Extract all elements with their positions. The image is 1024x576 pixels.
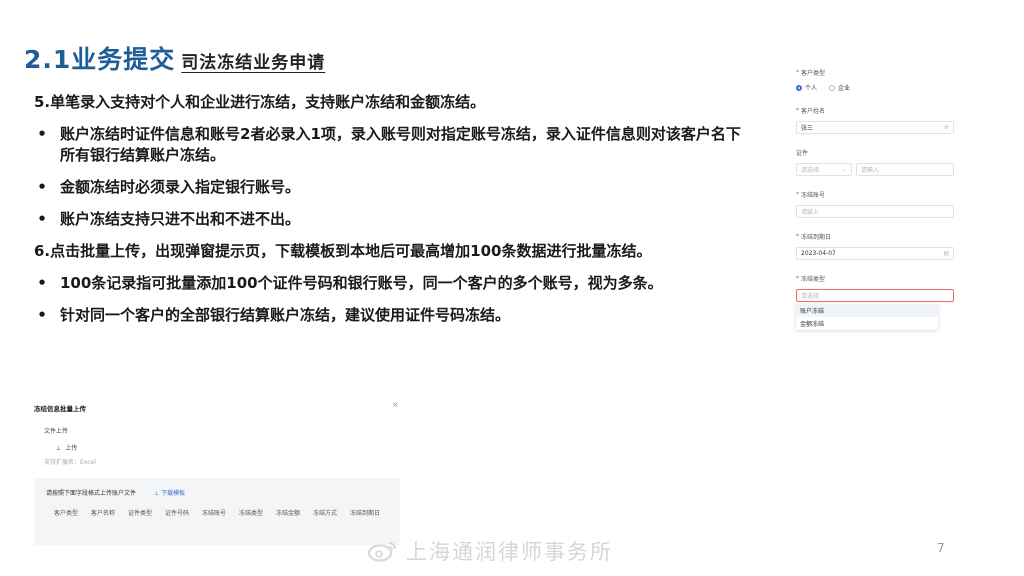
freeze-expiry-value: 2023-04-07 <box>801 250 836 257</box>
freeze-account-label: * 冻结账号 <box>796 190 954 199</box>
bullet-dot: • <box>37 178 47 196</box>
column-header: 冻结类型 <box>239 510 264 517</box>
bullet-dot: • <box>37 125 47 143</box>
customer-type-radio-group: 个人 企业 <box>796 83 954 92</box>
watermark: 上海通润律师事务所 <box>368 536 613 566</box>
download-template-label: 下载模板 <box>161 490 186 497</box>
column-header: 冻结方式 <box>313 510 338 517</box>
bullet-text: 针对同一个客户的全部银行结算账户冻结，建议使用证件号码冻结。 <box>60 306 511 324</box>
column-header: 客户名称 <box>91 510 116 517</box>
radio-personal-label[interactable]: 个人 <box>805 83 817 92</box>
point-5: 5.单笔录入支持对个人和企业进行冻结，支持账户冻结和金额冻结。 <box>34 92 750 113</box>
download-template-link[interactable]: ⊥ 下载模板 <box>154 488 185 497</box>
freeze-expiry-label-text: 冻结到期日 <box>801 234 832 241</box>
point-5-text: 5.单笔录入支持对个人和企业进行冻结，支持账户冻结和金额冻结。 <box>34 93 486 111</box>
freeze-type-dropdown: 账户冻结 金额冻结 <box>796 304 938 330</box>
bullet-item: • 针对同一个客户的全部银行结算账户冻结，建议使用证件号码冻结。 <box>34 305 750 326</box>
upload-button-label: 上传 <box>65 445 78 452</box>
freeze-account-input[interactable]: 请输入 <box>796 205 954 218</box>
upload-icon: ⊥ <box>56 445 62 452</box>
certificate-type-select[interactable]: 请选择 ⌄ <box>796 163 852 176</box>
certificate-number-placeholder: 请输入 <box>861 167 880 174</box>
bullet-dot: • <box>37 306 47 324</box>
content-body: 5.单笔录入支持对个人和企业进行冻结，支持账户冻结和金额冻结。 • 账户冻结时证件… <box>34 92 750 337</box>
customer-name-value: 张三 <box>801 125 814 132</box>
column-header: 客户类型 <box>54 510 79 517</box>
radio-personal[interactable] <box>796 84 802 91</box>
bullet-item: • 100条记录指可批量添加100个证件号码和银行账号，同一个客户的多个账号，视为… <box>34 273 750 294</box>
certificate-type-placeholder: 请选择 <box>801 167 820 174</box>
bullet-dot: • <box>37 274 47 292</box>
column-header: 证件类型 <box>128 510 153 517</box>
customer-type-label-text: 客户类型 <box>801 70 826 77</box>
freeze-form: * 客户类型 个人 企业 * 客户姓名 张三 ⊗ 证件 请选择 ⌄ 请输入 * … <box>796 68 954 330</box>
certificate-field-group: 请选择 ⌄ 请输入 <box>796 163 954 176</box>
page-number: 7 <box>937 541 945 555</box>
watermark-text: 上海通润律师事务所 <box>406 540 613 564</box>
clear-icon[interactable]: ⊗ <box>944 124 949 131</box>
required-mark: * <box>796 191 799 198</box>
file-upload-label: 文件上传 <box>44 428 69 435</box>
freeze-account-label-text: 冻结账号 <box>801 192 826 199</box>
title-main: 2.1业务提交 <box>24 45 176 74</box>
certificate-label: 证件 <box>796 148 954 157</box>
freeze-type-select[interactable]: 请选择 <box>796 289 954 302</box>
title-sub: 司法冻结业务申请 <box>181 53 326 73</box>
customer-name-label: * 客户姓名 <box>796 106 954 115</box>
required-mark: * <box>796 275 799 282</box>
bullet-item: • 账户冻结支持只进不出和不进不出。 <box>34 209 750 230</box>
close-icon[interactable]: × <box>392 400 399 409</box>
slide-title: 2.1业务提交 司法冻结业务申请 <box>24 40 325 76</box>
required-mark: * <box>796 107 799 114</box>
column-header: 冻结金额 <box>276 510 301 517</box>
freeze-account-placeholder: 请输入 <box>801 209 820 216</box>
template-info-panel: 请按照下面字段格式上传账户文件 ⊥ 下载模板 客户类型 客户名称 证件类型 证件… <box>34 478 400 545</box>
point-6-text: 6.点击批量上传，出现弹窗提示页，下载模板到本地后可最高增加100条数据进行批量… <box>34 242 652 260</box>
customer-name-input[interactable]: 张三 ⊗ <box>796 121 954 134</box>
freeze-expiry-label: * 冻结到期日 <box>796 232 954 241</box>
radio-enterprise-label[interactable]: 企业 <box>838 83 850 92</box>
dropdown-option-amount-freeze[interactable]: 金额冻结 <box>796 317 938 330</box>
bullet-text: 账户冻结支持只进不出和不进不出。 <box>60 210 301 228</box>
bullet-text: 金额冻结时必须录入指定银行账号。 <box>60 178 301 196</box>
freeze-type-label-text: 冻结类型 <box>801 276 826 283</box>
customer-type-label: * 客户类型 <box>796 68 954 77</box>
freeze-type-placeholder: 请选择 <box>801 293 820 300</box>
point-6: 6.点击批量上传，出现弹窗提示页，下载模板到本地后可最高增加100条数据进行批量… <box>34 241 750 262</box>
freeze-type-label: * 冻结类型 <box>796 274 954 283</box>
required-mark: * <box>796 233 799 240</box>
calendar-icon[interactable]: ▤ <box>943 250 949 257</box>
bullet-text: 100条记录指可批量添加100个证件号码和银行账号，同一个客户的多个账号，视为多… <box>60 274 663 292</box>
batch-upload-modal: 冻结信息批量上传 × 文件上传 ⊥ 上传 支持扩展名：Excel 请按照下面字段格… <box>34 400 400 545</box>
bullet-text: 账户冻结时证件信息和账号2者必录入1项，录入账号则对指定账号冻结，录入证件信息则… <box>60 125 741 164</box>
upload-button[interactable]: ⊥ 上传 <box>56 443 77 452</box>
freeze-expiry-date-picker[interactable]: 2023-04-07 ▤ <box>796 247 954 260</box>
bullet-item: • 账户冻结时证件信息和账号2者必录入1项，录入账号则对指定账号冻结，录入证件信息… <box>34 124 750 166</box>
chevron-down-icon: ⌄ <box>841 166 847 173</box>
template-tip: 请按照下面字段格式上传账户文件 <box>46 490 137 497</box>
modal-title: 冻结信息批量上传 <box>34 405 86 413</box>
upload-hint: 支持扩展名：Excel <box>44 459 96 466</box>
template-columns: 客户类型 客户名称 证件类型 证件号码 冻结账号 冻结类型 冻结金额 冻结方式 … <box>54 508 387 517</box>
column-header: 证件号码 <box>165 510 190 517</box>
column-header: 冻结账号 <box>202 510 227 517</box>
download-icon: ⊥ <box>154 490 160 497</box>
bullet-dot: • <box>37 210 47 228</box>
customer-name-label-text: 客户姓名 <box>801 108 826 115</box>
weibo-logo-icon <box>368 542 396 562</box>
dropdown-option-account-freeze[interactable]: 账户冻结 <box>796 304 938 317</box>
certificate-label-text: 证件 <box>796 150 809 157</box>
bullet-item: • 金额冻结时必须录入指定银行账号。 <box>34 177 750 198</box>
required-mark: * <box>796 69 799 76</box>
certificate-number-input[interactable]: 请输入 <box>856 163 954 176</box>
column-header: 冻结到期日 <box>350 510 381 517</box>
radio-enterprise[interactable] <box>829 84 836 91</box>
